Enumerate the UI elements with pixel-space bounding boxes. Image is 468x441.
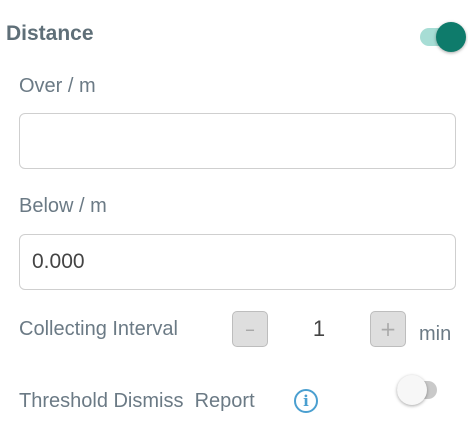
info-icon[interactable]: i bbox=[294, 389, 318, 413]
distance-settings-panel: Distance Over / m Below / m Collecting I… bbox=[0, 0, 468, 441]
over-label: Over / m bbox=[19, 75, 96, 97]
threshold-dismiss-report-toggle[interactable] bbox=[397, 375, 443, 405]
over-input[interactable] bbox=[19, 113, 456, 169]
threshold-toggle-thumb bbox=[397, 375, 427, 405]
interval-value: 1 bbox=[312, 316, 326, 341]
below-label: Below / m bbox=[19, 195, 107, 217]
distance-title: Distance bbox=[6, 22, 94, 45]
interval-increment-button[interactable]: + bbox=[370, 311, 406, 347]
below-input[interactable] bbox=[19, 234, 456, 290]
interval-unit: min bbox=[419, 323, 452, 345]
collecting-interval-label: Collecting Interval bbox=[19, 318, 178, 340]
distance-toggle-thumb bbox=[436, 22, 466, 52]
threshold-dismiss-report-label: Threshold Dismiss Report bbox=[19, 390, 255, 412]
interval-decrement-button[interactable]: – bbox=[232, 311, 268, 347]
distance-toggle[interactable] bbox=[420, 22, 466, 52]
